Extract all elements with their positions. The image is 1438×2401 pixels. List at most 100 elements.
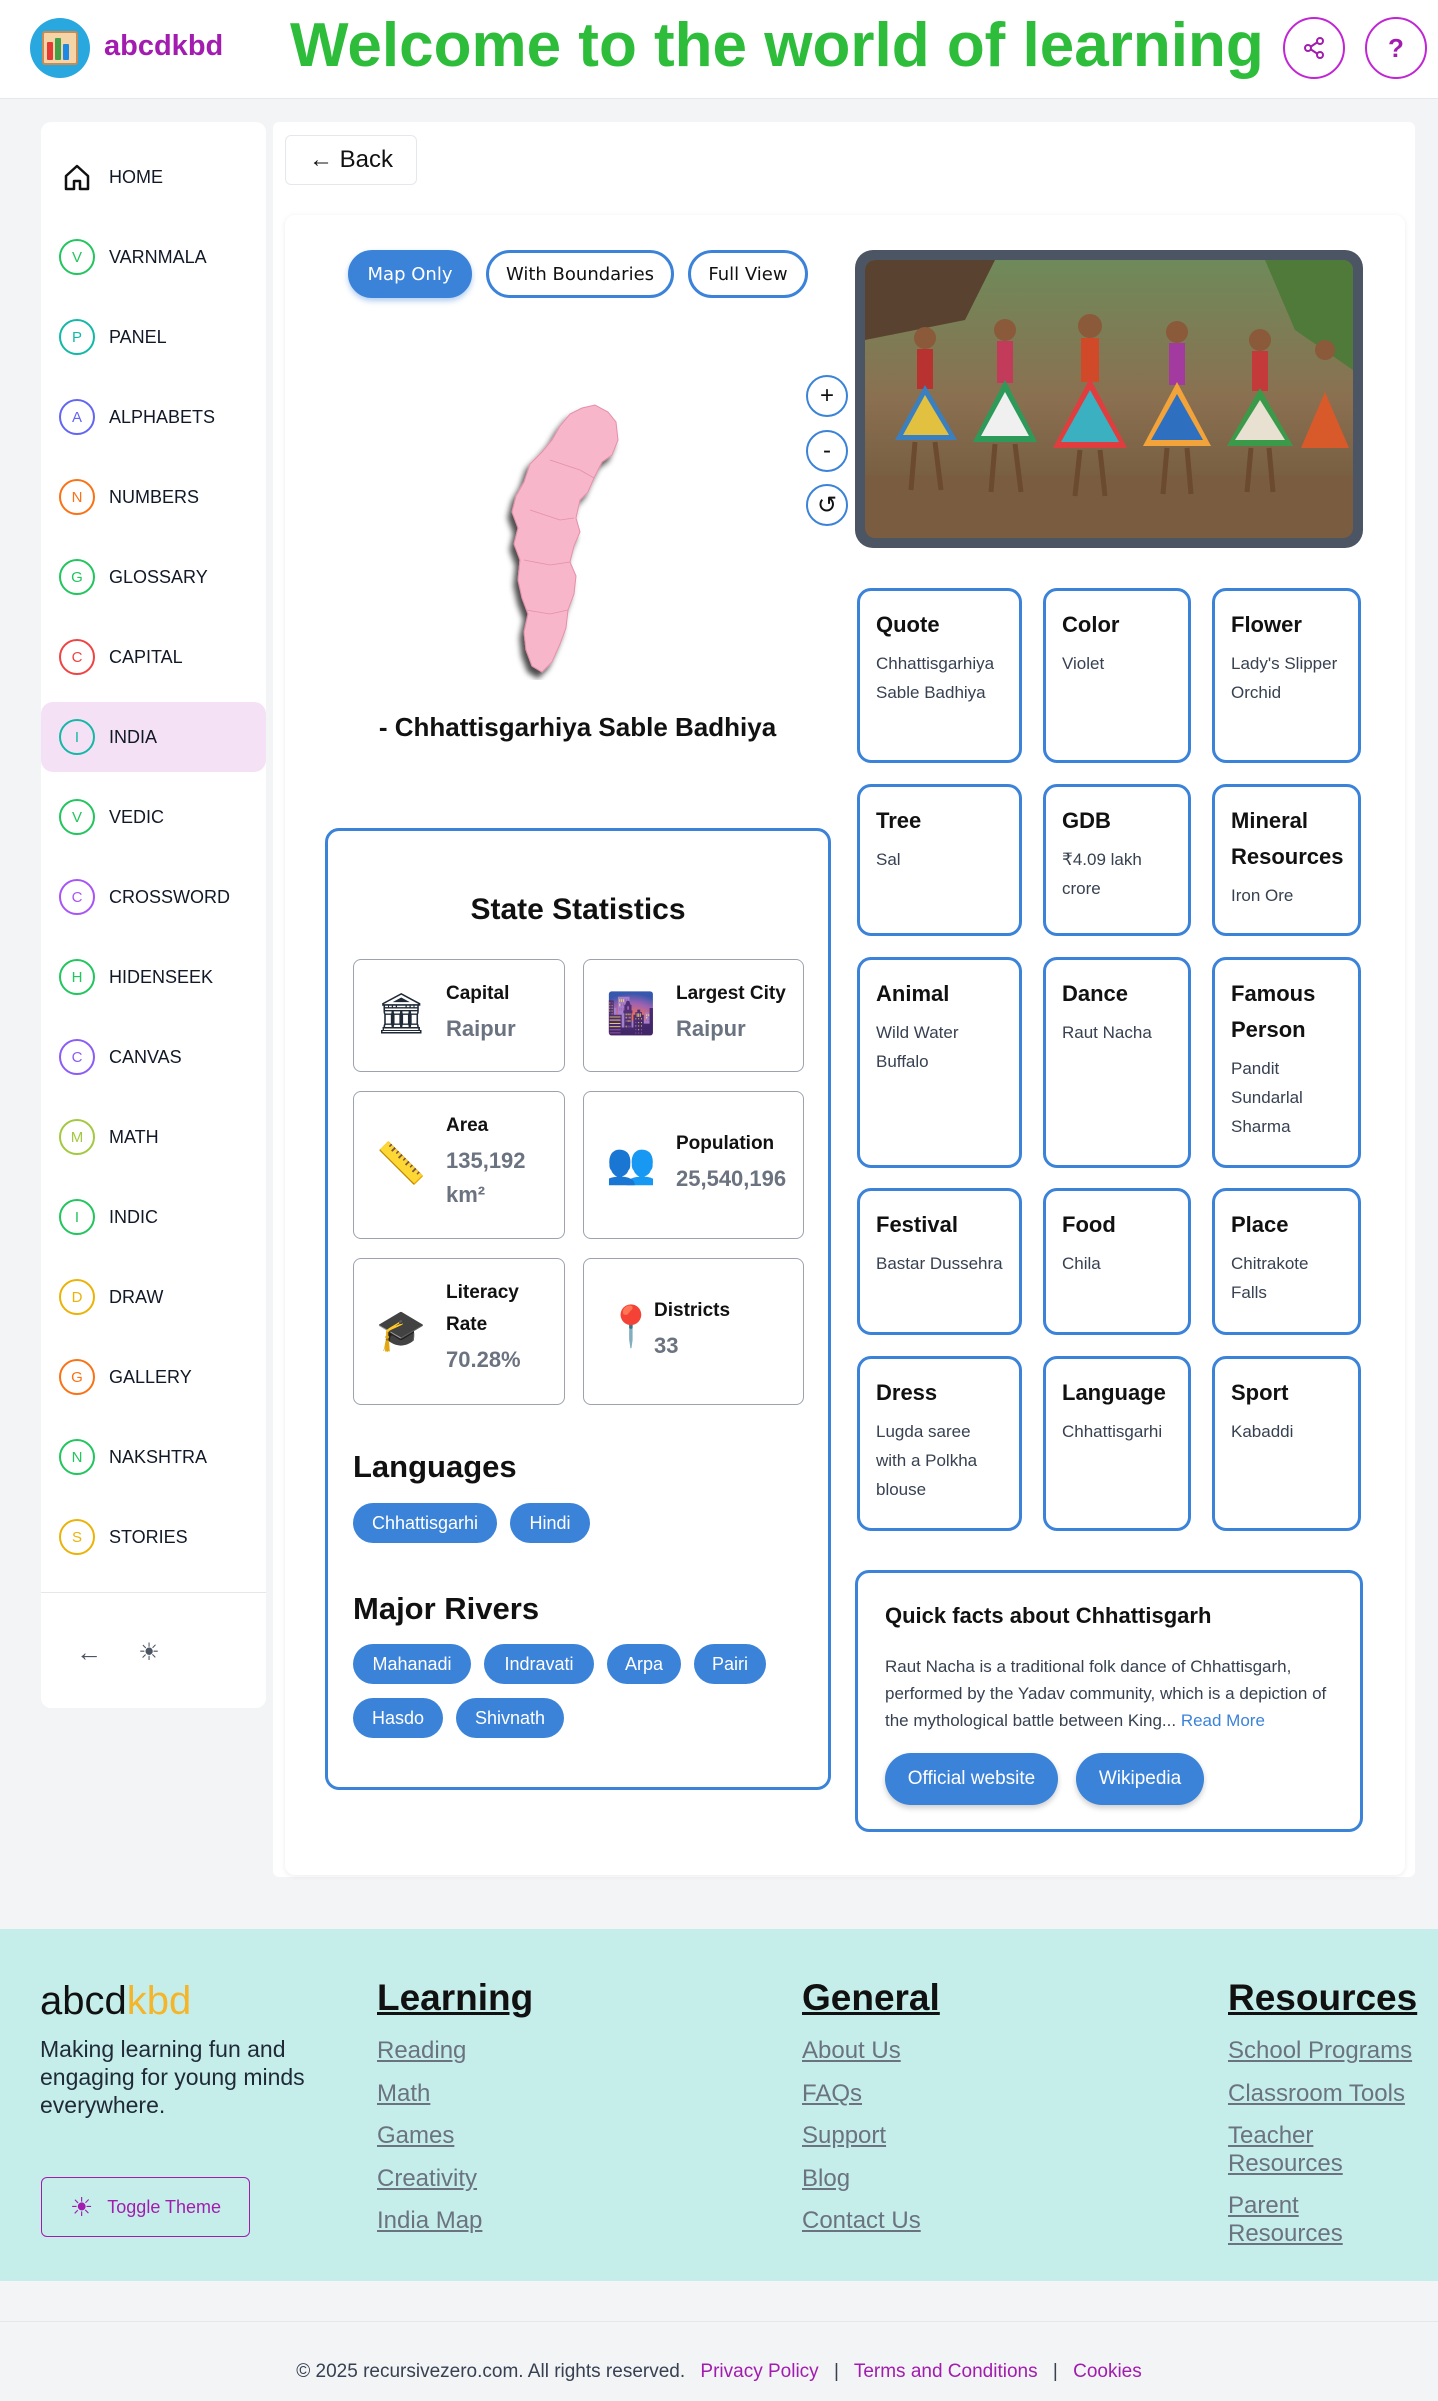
footer-link[interactable]: Creativity: [377, 2165, 477, 2193]
copyright-text: © 2025 recursivezero.com. All rights res…: [296, 2361, 686, 2382]
sidebar-item-indic[interactable]: I INDIC: [41, 1182, 266, 1252]
sidebar-item-capital[interactable]: C CAPITAL: [41, 622, 266, 692]
reset-zoom-button[interactable]: ↺: [806, 484, 848, 526]
sidebar-item-numbers[interactable]: N NUMBERS: [41, 462, 266, 532]
fact-value: Chitrakote Falls: [1231, 1254, 1309, 1302]
fact-card-dance[interactable]: Dance Raut Nacha: [1043, 957, 1191, 1168]
fact-card-animal[interactable]: Animal Wild Water Buffalo: [857, 957, 1022, 1168]
fact-card-flower[interactable]: Flower Lady's Slipper Orchid: [1212, 588, 1361, 763]
official-website-button[interactable]: Official website: [885, 1753, 1058, 1805]
footer-link[interactable]: Classroom Tools: [1228, 2080, 1418, 2108]
sidebar-item-glossary[interactable]: G GLOSSARY: [41, 542, 266, 612]
footer-link[interactable]: Blog: [802, 2165, 850, 2193]
fact-card-place[interactable]: Place Chitrakote Falls: [1212, 1188, 1361, 1335]
fact-card-sport[interactable]: Sport Kabaddi: [1212, 1356, 1361, 1531]
sidebar-item-label: CROSSWORD: [109, 886, 230, 907]
fact-card-quote[interactable]: Quote Chhattisgarhiya Sable Badhiya: [857, 588, 1022, 763]
letter-circle-icon: N: [59, 479, 95, 515]
sidebar-item-gallery[interactable]: G GALLERY: [41, 1342, 266, 1412]
fact-card-tree[interactable]: Tree Sal: [857, 784, 1022, 936]
language-tag[interactable]: Hindi: [510, 1503, 590, 1543]
help-button[interactable]: ?: [1365, 17, 1427, 79]
river-tag[interactable]: Shivnath: [456, 1698, 564, 1738]
letter-circle-icon: G: [59, 1359, 95, 1395]
letter-circle-icon: I: [59, 1199, 95, 1235]
river-tag[interactable]: Arpa: [607, 1644, 681, 1684]
fact-card-food[interactable]: Food Chila: [1043, 1188, 1191, 1335]
footer-link[interactable]: FAQs: [802, 2080, 862, 2108]
sidebar-item-vedic[interactable]: V VEDIC: [41, 782, 266, 852]
sidebar-item-canvas[interactable]: C CANVAS: [41, 1022, 266, 1092]
sidebar-item-draw[interactable]: D DRAW: [41, 1262, 266, 1332]
footer-link[interactable]: Support: [802, 2122, 886, 2150]
footer-link[interactable]: Games: [377, 2122, 454, 2150]
sidebar-item-label: INDIC: [109, 1206, 158, 1227]
sidebar-item-crossword[interactable]: C CROSSWORD: [41, 862, 266, 932]
letter-circle-icon: M: [59, 1119, 95, 1155]
fact-card-famous-person[interactable]: Famous Person Pandit Sundarlal Sharma: [1212, 957, 1361, 1168]
language-tag[interactable]: Chhattisgarhi: [353, 1503, 497, 1543]
river-tag[interactable]: Indravati: [484, 1644, 594, 1684]
sidebar-item-home[interactable]: HOME: [41, 142, 266, 212]
sidebar: HOME V VARNMALA P PANEL A ALPHABETS N NUMBERS G GL…: [41, 122, 266, 1708]
footer-link[interactable]: About Us: [802, 2037, 901, 2065]
fact-card-mineral-resources[interactable]: Mineral Resources Iron Ore: [1212, 784, 1361, 936]
sidebar-item-label: PANEL: [109, 326, 167, 347]
zoom-out-button[interactable]: -: [806, 430, 848, 472]
fact-card-dress[interactable]: Dress Lugda saree with a Polkha blouse: [857, 1356, 1022, 1531]
tab-map-only[interactable]: Map Only: [348, 250, 472, 298]
letter-circle-icon: P: [59, 319, 95, 355]
logo[interactable]: [30, 18, 90, 78]
zoom-in-button[interactable]: +: [806, 375, 848, 417]
collapse-sidebar-button[interactable]: ←: [69, 1632, 109, 1672]
river-tag[interactable]: Pairi: [694, 1644, 766, 1684]
state-statistics-panel: State Statistics 🏛 Capital Raipur 🌆 Larg…: [325, 828, 831, 1790]
back-button[interactable]: ← Back: [285, 135, 417, 185]
tab-full-view[interactable]: Full View: [688, 250, 808, 298]
toggle-theme-label: Toggle Theme: [107, 2196, 222, 2217]
brand-name[interactable]: abcdkbd: [104, 30, 223, 63]
wikipedia-button[interactable]: Wikipedia: [1076, 1753, 1204, 1805]
sidebar-item-varnmala[interactable]: V VARNMALA: [41, 222, 266, 292]
share-button[interactable]: [1283, 17, 1345, 79]
read-more-link[interactable]: Read More: [1181, 1711, 1265, 1730]
terms-link[interactable]: Terms and Conditions: [854, 2361, 1038, 2382]
folk-dance-photo[interactable]: [865, 260, 1353, 538]
footer-link[interactable]: Reading: [377, 2037, 466, 2065]
fact-title: Color: [1062, 612, 1120, 637]
sidebar-item-nakshtra[interactable]: N NAKSHTRA: [41, 1422, 266, 1492]
sidebar-item-alphabets[interactable]: A ALPHABETS: [41, 382, 266, 452]
fact-card-gdb[interactable]: GDB ₹4.09 lakh crore: [1043, 784, 1191, 936]
theme-toggle-button[interactable]: ☀: [129, 1632, 169, 1672]
footer-link[interactable]: Math: [377, 2080, 430, 2108]
page-heading: Welcome to the world of learning: [290, 11, 1264, 80]
footer-link[interactable]: Contact Us: [802, 2207, 921, 2235]
fact-title: Animal: [876, 981, 950, 1006]
footer-link[interactable]: School Programs: [1228, 2037, 1418, 2065]
sidebar-item-india[interactable]: I INDIA: [41, 702, 266, 772]
fact-card-festival[interactable]: Festival Bastar Dussehra: [857, 1188, 1022, 1335]
stat-population: 👥 Population 25,540,196: [583, 1091, 804, 1239]
sidebar-item-stories[interactable]: S STORIES: [41, 1502, 266, 1572]
state-map[interactable]: [490, 400, 650, 680]
fact-title: Sport: [1231, 1380, 1289, 1405]
sidebar-item-hidenseek[interactable]: H HIDENSEEK: [41, 942, 266, 1012]
footer: abcdkbd Making learning fun and engaging…: [0, 1929, 1438, 2281]
footer-link[interactable]: Parent Resources: [1228, 2192, 1418, 2248]
cookies-link[interactable]: Cookies: [1073, 2361, 1142, 2382]
toggle-theme-button[interactable]: ☀ Toggle Theme: [41, 2177, 250, 2237]
tab-with-boundaries[interactable]: With Boundaries: [486, 250, 674, 298]
river-tag[interactable]: Hasdo: [353, 1698, 443, 1738]
stat-districts-value: 33: [654, 1333, 679, 1358]
sidebar-item-math[interactable]: M MATH: [41, 1102, 266, 1172]
footer-link[interactable]: Teacher Resources: [1228, 2122, 1418, 2178]
fact-card-color[interactable]: Color Violet: [1043, 588, 1191, 763]
privacy-policy-link[interactable]: Privacy Policy: [700, 2361, 818, 2382]
fact-value: Bastar Dussehra: [876, 1254, 1003, 1273]
fact-card-language[interactable]: Language Chhattisgarhi: [1043, 1356, 1191, 1531]
footer-link[interactable]: India Map: [377, 2207, 482, 2235]
footer-heading-general: General: [802, 1977, 940, 2018]
sidebar-item-label: INDIA: [109, 726, 158, 747]
river-tag[interactable]: Mahanadi: [353, 1644, 471, 1684]
sidebar-item-panel[interactable]: P PANEL: [41, 302, 266, 372]
